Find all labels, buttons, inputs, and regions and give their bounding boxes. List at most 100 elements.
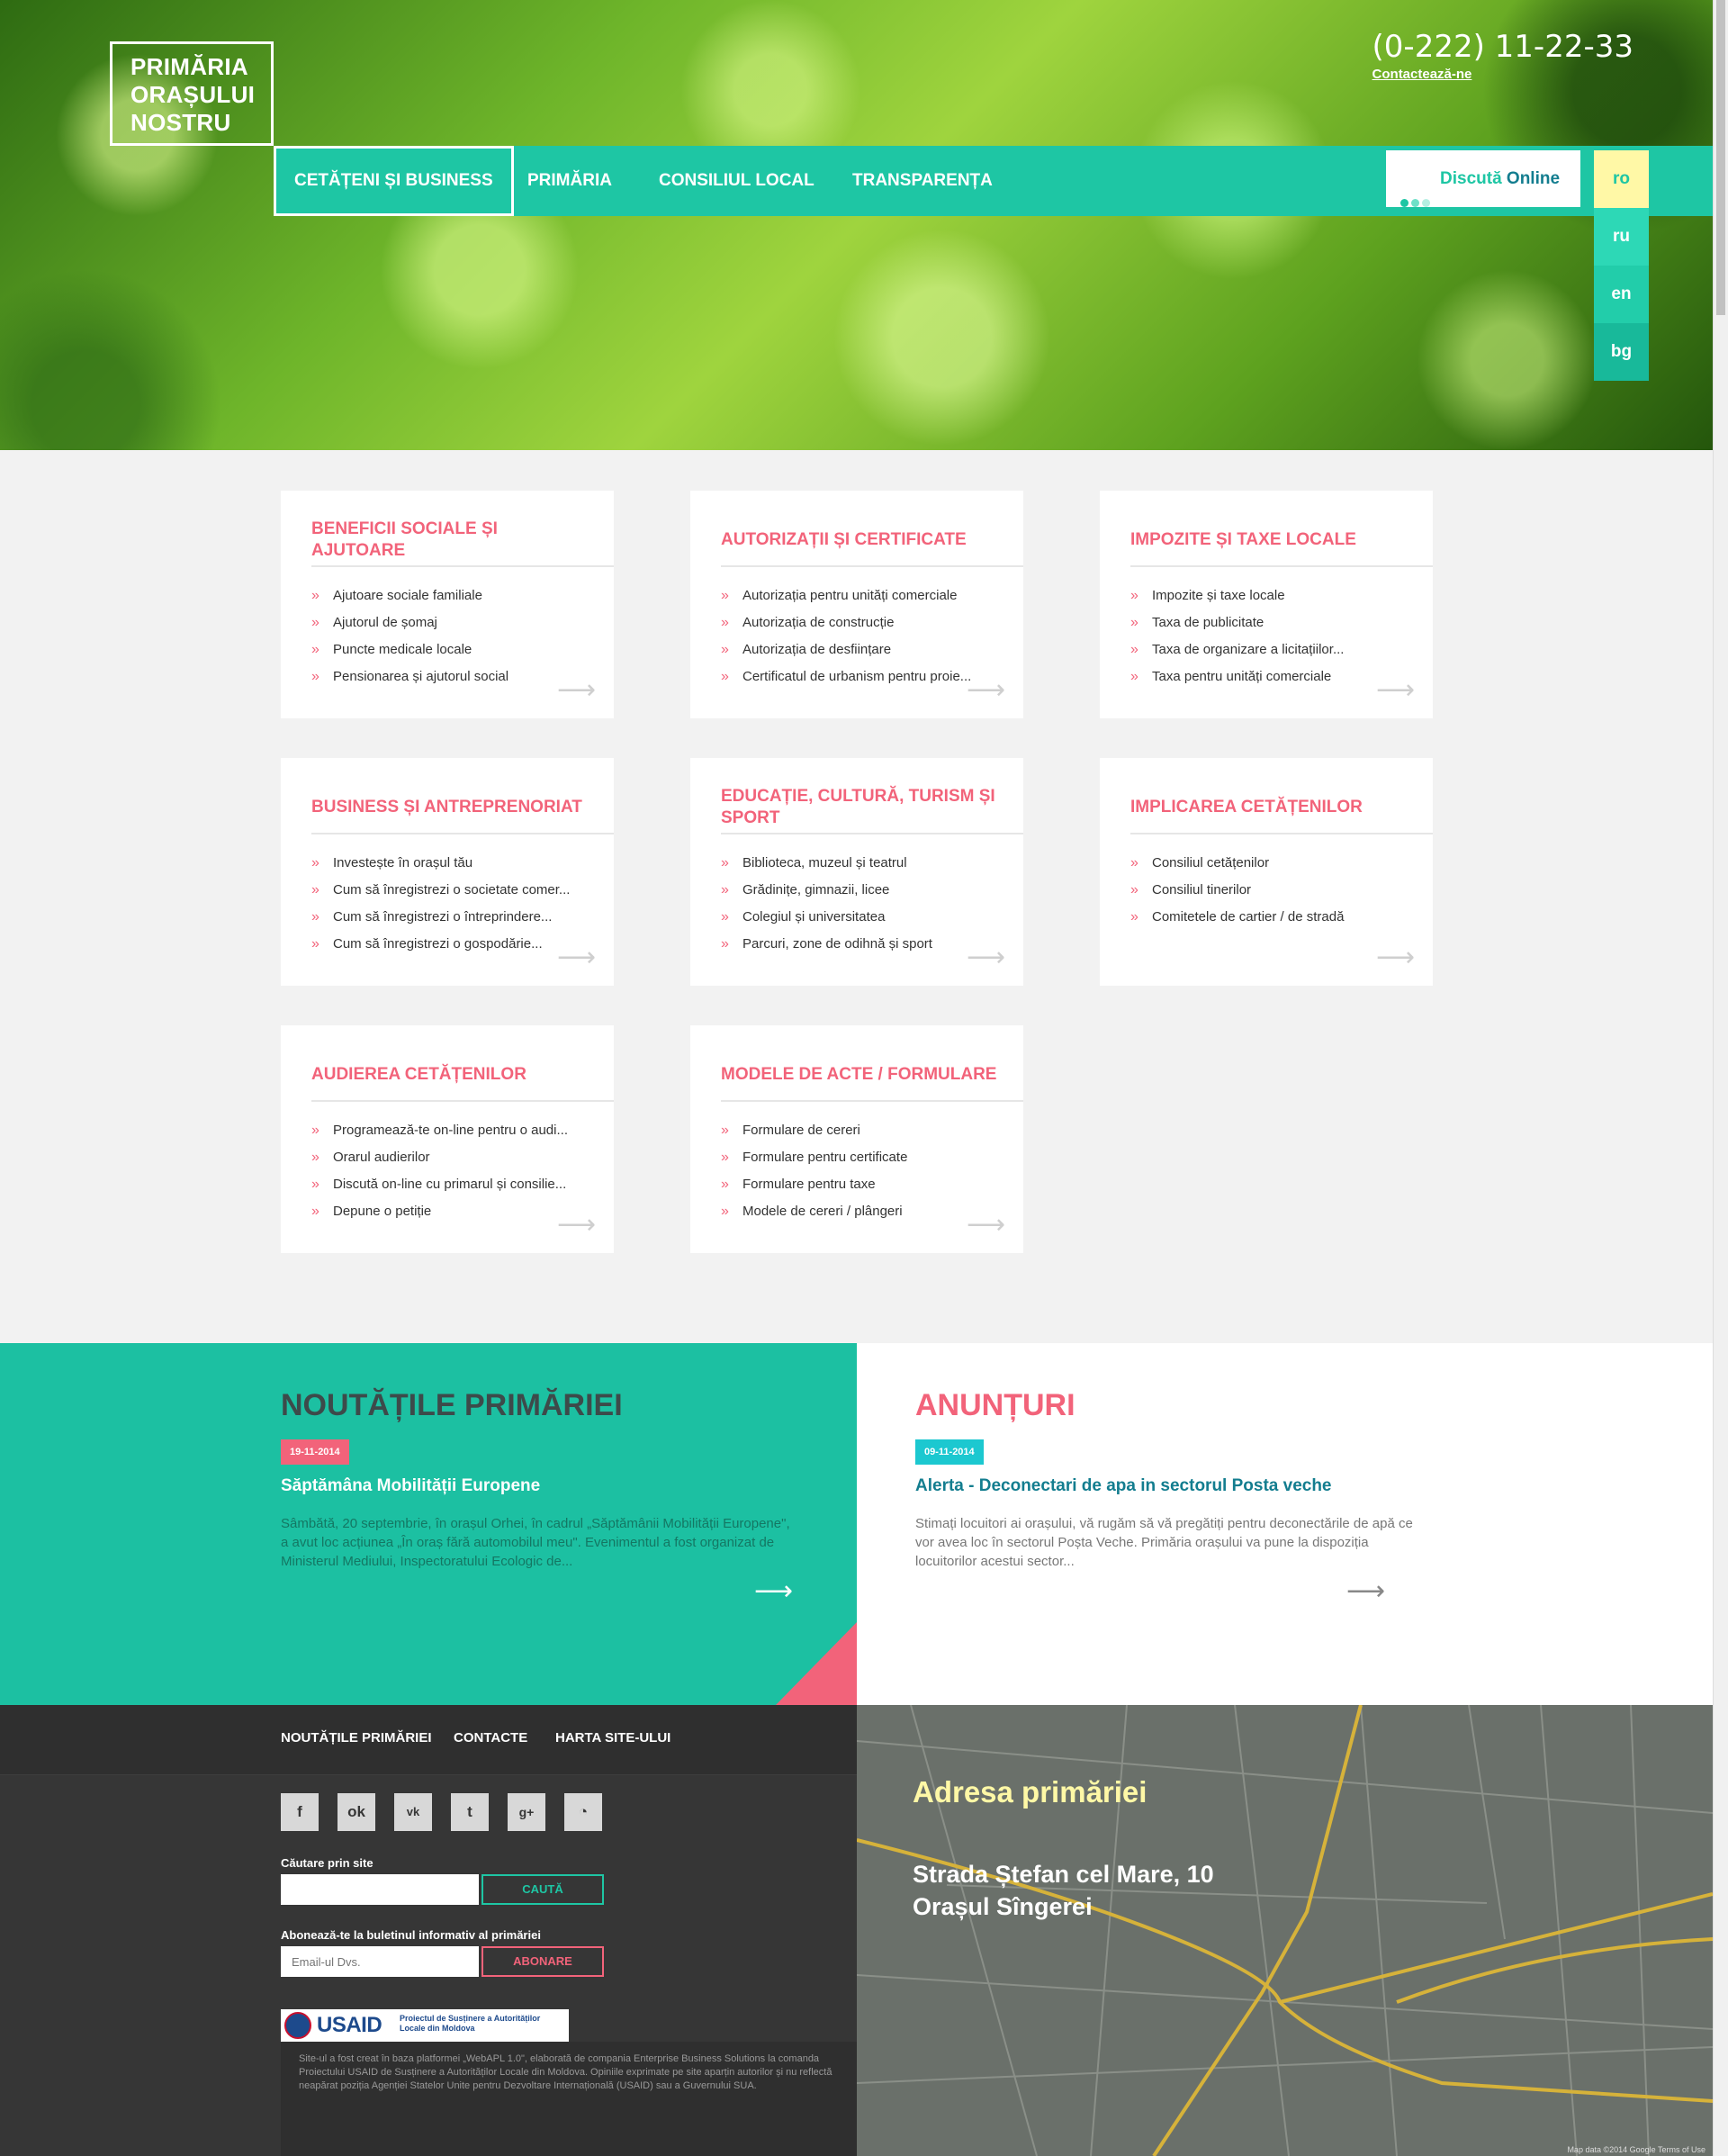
footer-link-contacte[interactable]: CONTACTE [454, 1730, 527, 1746]
list-item[interactable]: » Programează-te on-line pentru o audi... [311, 1117, 581, 1144]
list-item[interactable]: » Ajutorul de șomaj [311, 609, 581, 636]
list-item[interactable]: » Orarul audierilor [311, 1144, 581, 1171]
map-panel[interactable]: Adresa primăriei Strada Ștefan cel Mare,… [857, 1705, 1713, 2156]
chevron-right-icon: » [311, 1204, 320, 1219]
card-divider [311, 565, 614, 567]
arrow-right-icon[interactable]: ⟶ [1346, 1575, 1385, 1607]
nav-item-transparenta[interactable]: TRANSPARENȚA [852, 146, 993, 216]
arrow-right-icon[interactable]: ⟶ [557, 1209, 596, 1240]
list-item[interactable]: » Grădinițe, gimnazii, licee [721, 877, 991, 904]
twitter-icon[interactable]: t [451, 1793, 489, 1831]
page-scrollbar[interactable] [1713, 0, 1728, 2156]
chevron-right-icon: » [1130, 882, 1138, 898]
list-item[interactable]: » Autorizația de desființare [721, 636, 991, 663]
card-beneficii[interactable]: BENEFICII SOCIALE ȘI AJUTOARE » Ajutoare … [281, 491, 614, 718]
card-title[interactable]: EDUCAȚIE, CULTURĂ, TURISM ȘI SPORT [721, 785, 1000, 830]
card-modele[interactable]: MODELE DE ACTE / FORMULARE » Formulare de… [690, 1025, 1023, 1253]
card-impozite[interactable]: IMPOZITE ȘI TAXE LOCALE » Impozite și tax… [1100, 491, 1433, 718]
arrow-right-icon[interactable]: ⟶ [557, 674, 596, 706]
card-autorizatii[interactable]: AUTORIZAȚII ȘI CERTIFICATE » Autorizația … [690, 491, 1023, 718]
list-item[interactable]: » Certificatul de urbanism pentru proie..… [721, 663, 991, 690]
list-item[interactable]: » Taxa de organizare a licitațiilor... [1130, 636, 1400, 663]
list-item[interactable]: » Comitetele de cartier / de stradă [1130, 904, 1400, 931]
odnoklassniki-icon[interactable]: ok [338, 1793, 375, 1831]
footer-link-noutati[interactable]: NOUTĂȚILE PRIMĂRIEI [281, 1730, 432, 1746]
list-item[interactable]: » Consiliul tinerilor [1130, 877, 1400, 904]
card-title[interactable]: IMPLICAREA CETĂȚENILOR [1130, 785, 1409, 830]
lang-ru[interactable]: ru [1594, 208, 1649, 266]
chevron-right-icon: » [721, 615, 729, 630]
subscribe-button[interactable]: ABONARE [482, 1946, 604, 1977]
card-title[interactable]: BENEFICII SOCIALE ȘI AJUTOARE [311, 518, 590, 563]
nav-item-consiliul-local[interactable]: CONSILIUL LOCAL [659, 146, 814, 216]
nav-item-cetateni[interactable]: CETĂȚENI ȘI BUSINESS [274, 146, 514, 216]
arrow-right-icon[interactable]: ⟶ [557, 942, 596, 973]
search-button[interactable]: CAUTĂ [482, 1874, 604, 1905]
list-item[interactable]: » Cum să înregistrezi o întreprindere... [311, 904, 581, 931]
map-credit[interactable]: Map data ©2014 Google Terms of Use [1567, 2145, 1706, 2154]
rss-icon[interactable]: ◔ [564, 1793, 602, 1831]
list-item[interactable]: » Taxa de publicitate [1130, 609, 1400, 636]
card-title[interactable]: BUSINESS ȘI ANTREPRENORIAT [311, 785, 590, 830]
chevron-right-icon: » [721, 936, 729, 952]
facebook-icon[interactable]: f [281, 1793, 319, 1831]
card-title[interactable]: MODELE DE ACTE / FORMULARE [721, 1052, 1000, 1097]
arrow-right-icon[interactable]: ⟶ [754, 1575, 793, 1607]
vk-icon[interactable]: vk [394, 1793, 432, 1831]
list-item[interactable]: » Autorizația de construcție [721, 609, 991, 636]
list-item[interactable]: » Consiliul cetățenilor [1130, 850, 1400, 877]
arrow-right-icon[interactable]: ⟶ [967, 674, 1005, 706]
site-logo[interactable]: PRIMĂRIA ORAȘULUI NOSTRU [110, 41, 274, 146]
list-item[interactable]: » Autorizația pentru unități comerciale [721, 582, 991, 609]
arrow-right-icon[interactable]: ⟶ [967, 1209, 1005, 1240]
email-field[interactable] [281, 1946, 479, 1977]
nav-item-primaria[interactable]: PRIMĂRIA [527, 146, 612, 216]
card-title[interactable]: IMPOZITE ȘI TAXE LOCALE [1130, 518, 1409, 563]
card-business[interactable]: BUSINESS ȘI ANTREPRENORIAT » Investește î… [281, 758, 614, 986]
news-headline[interactable]: Săptămâna Mobilității Europene [281, 1476, 540, 1496]
lang-ro[interactable]: ro [1594, 150, 1649, 208]
list-item[interactable]: » Cum să înregistrezi o societate comer..… [311, 877, 581, 904]
scrollbar-thumb[interactable] [1716, 0, 1725, 315]
announcement-headline[interactable]: Alerta - Deconectari de apa in sectorul … [915, 1476, 1332, 1496]
card-implicarea[interactable]: IMPLICAREA CETĂȚENILOR » Consiliul cetățe… [1100, 758, 1433, 986]
address-line-1: Strada Ștefan cel Mare, 10 [913, 1861, 1214, 1888]
search-input[interactable] [281, 1874, 479, 1905]
chevron-right-icon: » [721, 882, 729, 898]
list-item[interactable]: » Impozite și taxe locale [1130, 582, 1400, 609]
list-item[interactable]: » Taxa pentru unități comerciale [1130, 663, 1400, 690]
usaid-logo: USAID Proiectul de Susținere a Autorităț… [281, 2009, 569, 2042]
list-item[interactable]: » Colegiul și universitatea [721, 904, 991, 931]
arrow-right-icon[interactable]: ⟶ [1376, 942, 1415, 973]
arrow-right-icon[interactable]: ⟶ [1376, 674, 1415, 706]
google-plus-icon[interactable]: g+ [508, 1793, 545, 1831]
list-item[interactable]: » Ajutoare sociale familiale [311, 582, 581, 609]
card-title[interactable]: AUTORIZAȚII ȘI CERTIFICATE [721, 518, 1000, 563]
card-divider [721, 565, 1023, 567]
contact-link[interactable]: Contactează-ne [1372, 67, 1634, 82]
card-title[interactable]: AUDIEREA CETĂȚENILOR [311, 1052, 590, 1097]
list-item[interactable]: » Puncte medicale locale [311, 636, 581, 663]
lang-en[interactable]: en [1594, 266, 1649, 323]
list-item[interactable]: » Investește în orașul tău [311, 850, 581, 877]
list-item[interactable]: » Depune o petiție [311, 1198, 581, 1225]
newsletter-label: Abonează-te la buletinul informativ al p… [281, 1928, 541, 1942]
list-item[interactable]: » Biblioteca, muzeul și teatrul [721, 850, 991, 877]
card-educatie[interactable]: EDUCAȚIE, CULTURĂ, TURISM ȘI SPORT » Bibl… [690, 758, 1023, 986]
footer-link-harta[interactable]: HARTA SITE-ULUI [555, 1730, 670, 1746]
card-divider [721, 833, 1023, 834]
arrow-right-icon[interactable]: ⟶ [967, 942, 1005, 973]
list-item[interactable]: » Modele de cereri / plângeri [721, 1198, 991, 1225]
chevron-right-icon: » [721, 1150, 729, 1165]
chat-online-button[interactable]: Discută Online [1386, 150, 1580, 207]
list-item[interactable]: » Parcuri, zone de odihnă și sport [721, 931, 991, 958]
list-item[interactable]: » Discută on-line cu primarul și consilie… [311, 1171, 581, 1198]
chat-label-b: Online [1501, 169, 1561, 188]
card-audierea[interactable]: AUDIEREA CETĂȚENILOR » Programează-te on-… [281, 1025, 614, 1253]
lang-bg[interactable]: bg [1594, 323, 1649, 381]
list-item[interactable]: » Cum să înregistrezi o gospodărie... [311, 931, 581, 958]
list-item[interactable]: » Pensionarea și ajutorul social [311, 663, 581, 690]
list-item[interactable]: » Formulare de cereri [721, 1117, 991, 1144]
list-item[interactable]: » Formulare pentru certificate [721, 1144, 991, 1171]
list-item[interactable]: » Formulare pentru taxe [721, 1171, 991, 1198]
